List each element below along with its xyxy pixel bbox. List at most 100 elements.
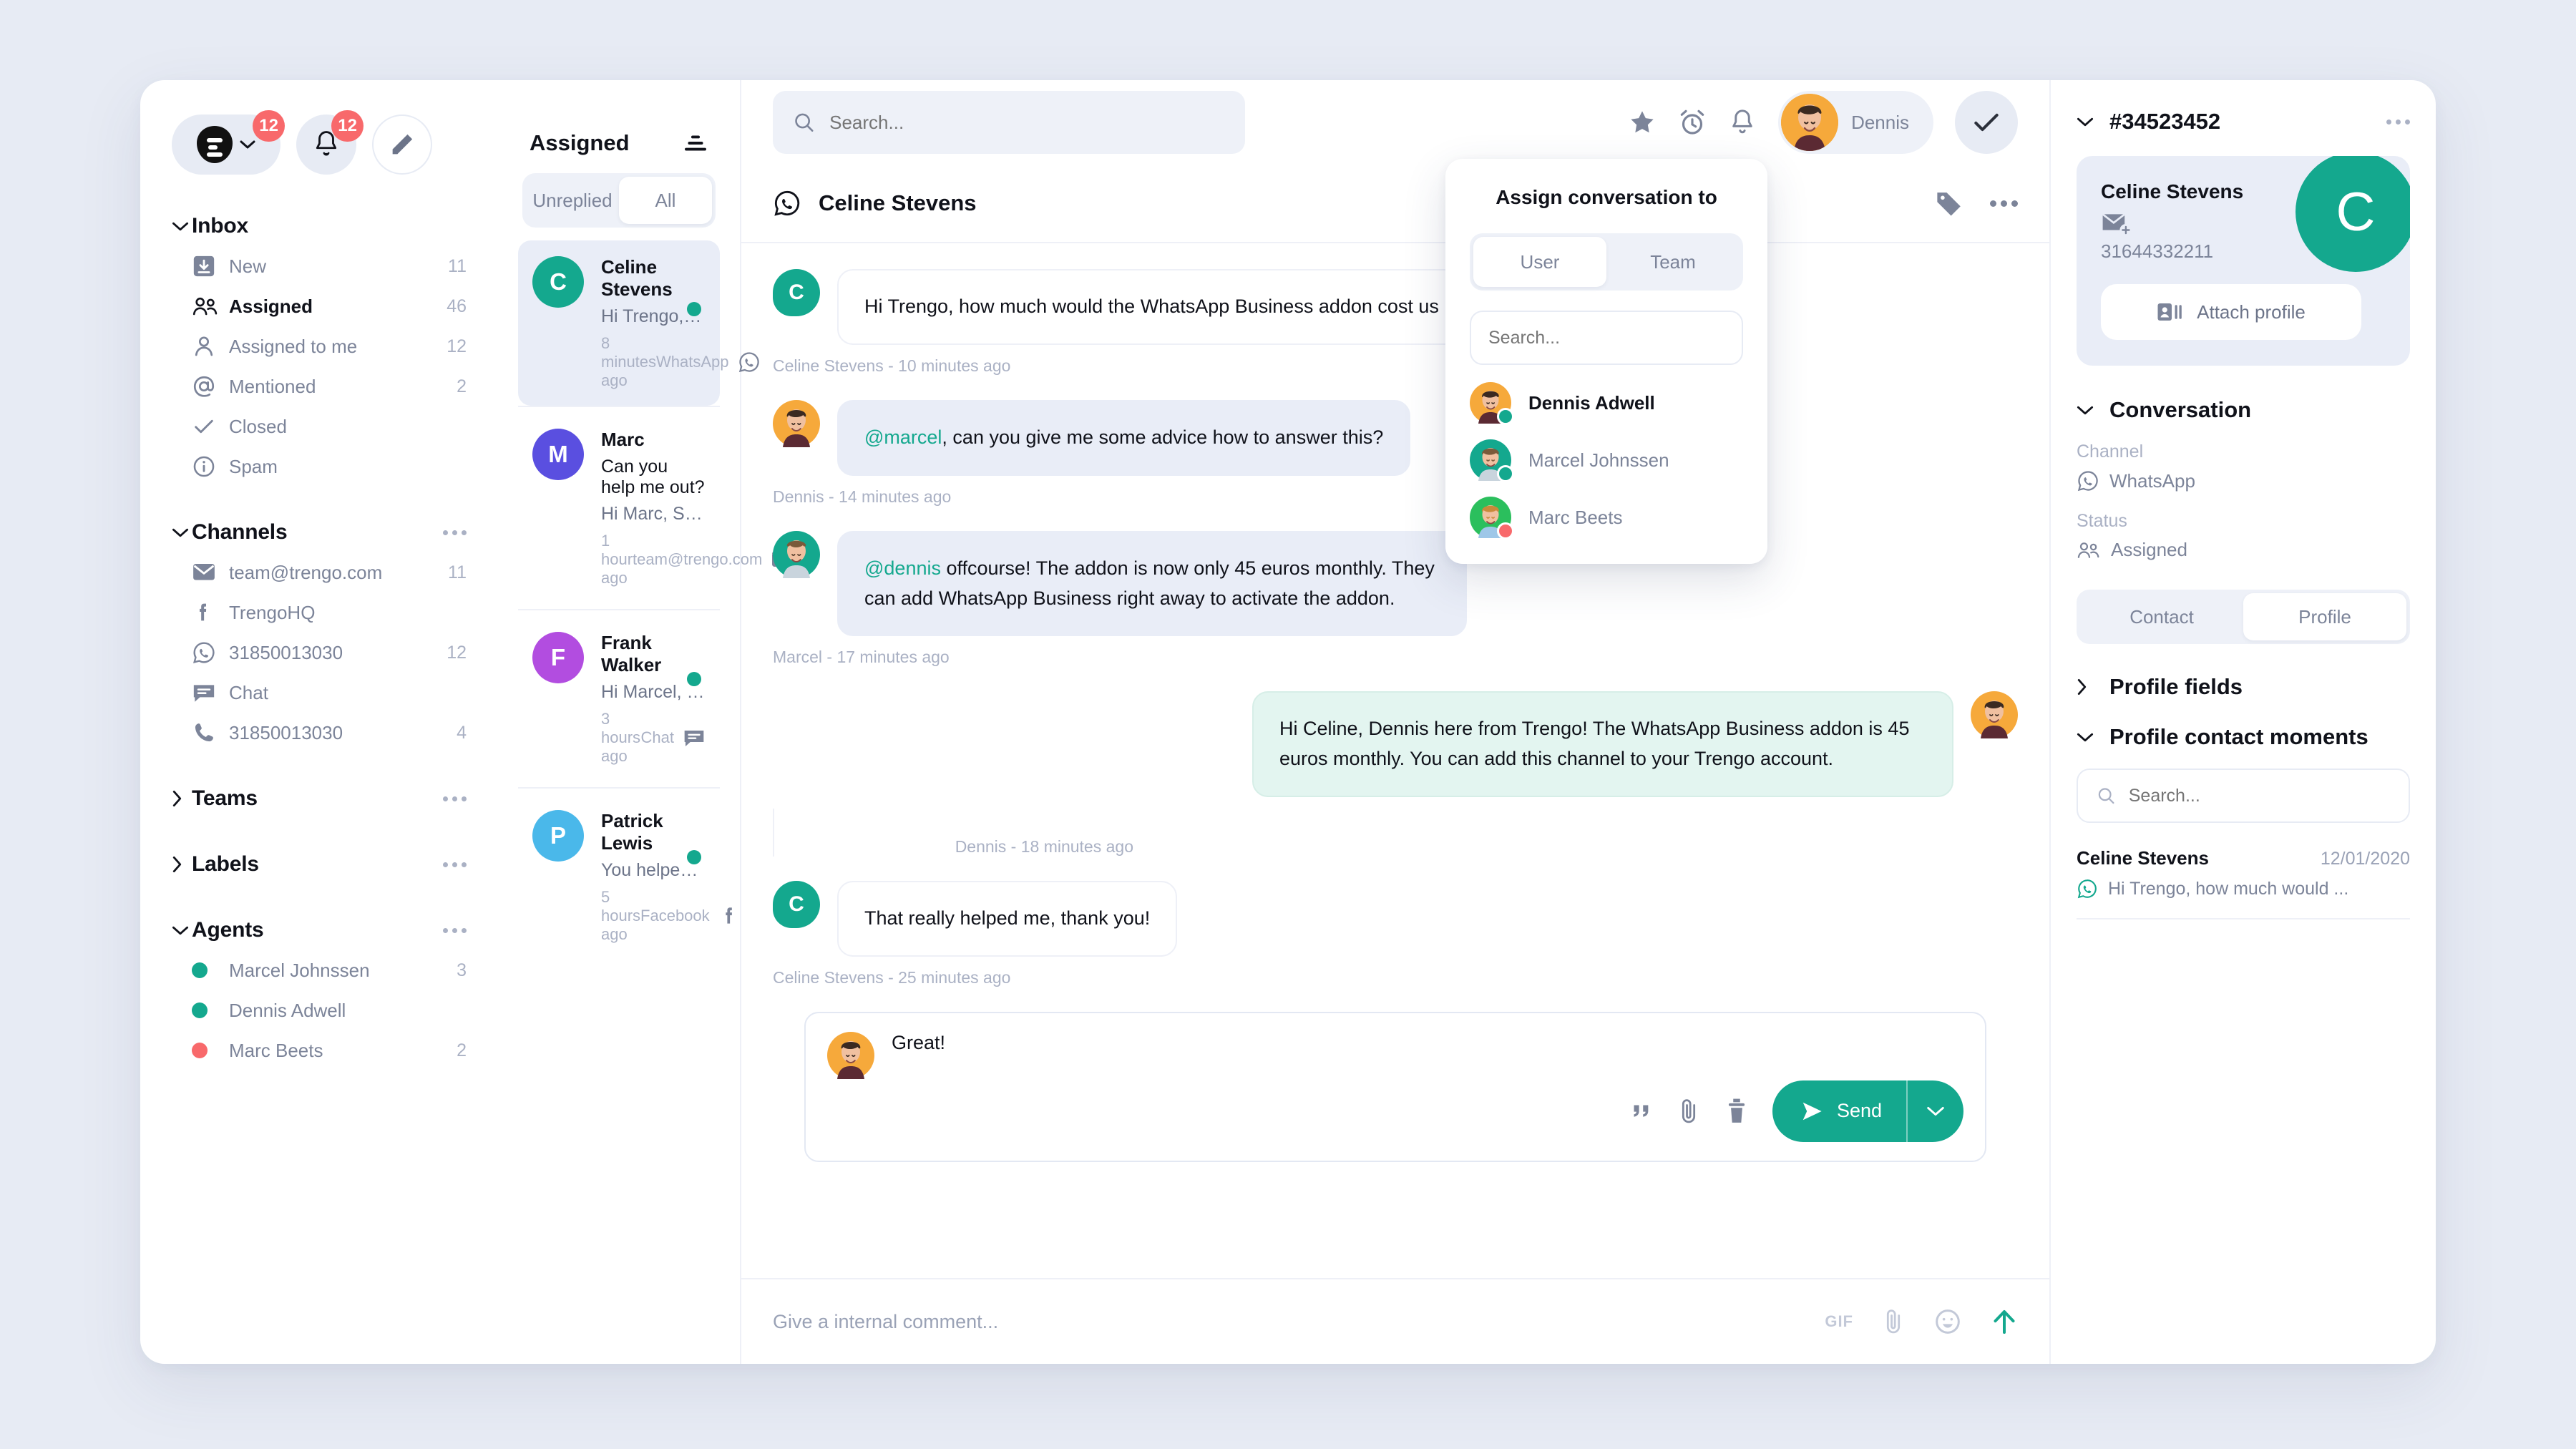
- send-up-icon[interactable]: [1991, 1307, 2018, 1336]
- more-icon[interactable]: [443, 796, 467, 801]
- search-box[interactable]: [773, 91, 1245, 154]
- reply-composer[interactable]: Great! Send: [804, 1011, 1986, 1162]
- compose-button[interactable]: [372, 114, 432, 175]
- tab-unreplied[interactable]: Unreplied: [526, 177, 619, 224]
- contact-moment-item[interactable]: Celine Stevens 12/01/2020 Hi Trengo, how…: [2077, 847, 2410, 919]
- paperclip-icon[interactable]: [1882, 1307, 1905, 1336]
- sidebar-item-chat[interactable]: Chat: [140, 673, 498, 713]
- unread-indicator: [687, 850, 701, 864]
- internal-comment-placeholder[interactable]: Give a internal comment...: [773, 1311, 998, 1333]
- thread-panel: Dennis Celine Stevens: [741, 80, 2049, 1364]
- star-icon[interactable]: [1628, 108, 1657, 137]
- alarm-clock-icon[interactable]: [1678, 108, 1707, 137]
- sidebar-item-mentioned[interactable]: Mentioned 2: [140, 366, 498, 406]
- chat-icon: [192, 680, 229, 705]
- avatar: [827, 1031, 874, 1079]
- sidebar-item-dennis-adwell[interactable]: Dennis Adwell: [140, 990, 498, 1030]
- sidebar-item-team-trengo-com[interactable]: team@trengo.com 11: [140, 552, 498, 592]
- sidebar-section-header-teams[interactable]: Teams: [140, 779, 498, 819]
- search-input[interactable]: [829, 111, 1225, 134]
- sidebar-item-assigned[interactable]: Assigned 46: [140, 286, 498, 326]
- status-dot-online: [192, 1002, 229, 1018]
- emoji-icon[interactable]: [1933, 1307, 1962, 1336]
- unread-indicator: [687, 672, 701, 686]
- conversation-time: 3 hours ago: [601, 710, 641, 765]
- assignee-button[interactable]: Dennis: [1778, 91, 1933, 154]
- chevron-down-icon: [2077, 732, 2097, 743]
- tab-contact[interactable]: Contact: [2080, 593, 2243, 640]
- sidebar-section-header-agents[interactable]: Agents: [140, 910, 498, 950]
- sidebar-section-header-labels[interactable]: Labels: [140, 844, 498, 884]
- conversation-item[interactable]: C Celine Stevens Hi Trengo, how much wou…: [518, 240, 759, 406]
- phone-icon: [192, 721, 229, 745]
- chevron-down-icon[interactable]: [2077, 117, 2097, 127]
- internal-comment-bar[interactable]: Give a internal comment... GIF: [741, 1278, 2049, 1364]
- sidebar-item-marc-beets[interactable]: Marc Beets 2: [140, 1030, 498, 1070]
- workspace-logo-button[interactable]: 12: [172, 110, 285, 175]
- more-icon[interactable]: [2386, 119, 2410, 125]
- tab-profile[interactable]: Profile: [2243, 593, 2406, 640]
- conversation-item[interactable]: M Marc Can you help me out? Hi Marc, Sur…: [518, 406, 793, 609]
- message-timestamp: Dennis - 18 minutes ago: [773, 809, 1159, 857]
- reply-draft-text[interactable]: Great!: [892, 1032, 1963, 1054]
- sidebar-item-31850013030[interactable]: 31850013030 12: [140, 633, 498, 673]
- trengo-logo-icon: [197, 126, 233, 163]
- sidebar-section-title: Agents: [192, 918, 264, 942]
- assign-option[interactable]: Dennis Adwell: [1470, 378, 1743, 428]
- conversation-section-header[interactable]: Conversation: [2077, 397, 2410, 423]
- at-icon: [193, 376, 215, 397]
- assign-popover-title: Assign conversation to: [1496, 186, 1717, 208]
- chevron-right-icon: [172, 856, 192, 873]
- conversation-item[interactable]: F Frank Walker Hi Marcel, thank you so m…: [518, 609, 720, 787]
- assign-search-box[interactable]: [1470, 311, 1743, 365]
- tab-team[interactable]: Team: [1606, 237, 1740, 287]
- assign-option-label: Marcel Johnssen: [1528, 449, 1669, 471]
- assign-option-label: Marc Beets: [1528, 506, 1623, 528]
- quote-icon[interactable]: [1628, 1099, 1652, 1123]
- conversation-name: Celine Stevens: [601, 256, 673, 300]
- notifications-button[interactable]: 12: [296, 110, 364, 175]
- sidebar-item-closed[interactable]: Closed: [140, 406, 498, 447]
- resolve-button[interactable]: [1955, 91, 2018, 154]
- sidebar-section-header-inbox[interactable]: Inbox: [140, 206, 498, 246]
- bell-icon[interactable]: [1728, 108, 1757, 137]
- inbox-download-icon: [192, 254, 229, 278]
- tab-user[interactable]: User: [1473, 237, 1606, 287]
- send-options-button[interactable]: [1906, 1080, 1963, 1142]
- sidebar-item-new[interactable]: New 11: [140, 246, 498, 286]
- sidebar-item-assigned-to-me[interactable]: Assigned to me 12: [140, 326, 498, 366]
- gif-icon[interactable]: GIF: [1825, 1312, 1853, 1331]
- status-dot-away: [192, 1043, 229, 1058]
- moments-search-box[interactable]: [2077, 769, 2410, 823]
- trash-icon[interactable]: [1725, 1098, 1748, 1125]
- assign-option-label: Dennis Adwell: [1528, 391, 1655, 414]
- send-button[interactable]: Send: [1772, 1080, 1963, 1142]
- assign-search-input[interactable]: [1488, 327, 1724, 348]
- sidebar-section-inbox: Inbox New 11 Assigned 46 Assigned to me …: [140, 206, 498, 487]
- sidebar-section-teams: Teams: [140, 779, 498, 819]
- tag-icon[interactable]: [1934, 188, 1964, 218]
- paperclip-icon[interactable]: [1677, 1097, 1701, 1126]
- moments-search-input[interactable]: [2128, 785, 2390, 806]
- assign-option[interactable]: Marcel Johnssen: [1470, 435, 1743, 485]
- conversation-name: Frank Walker: [601, 632, 662, 675]
- conversation-item[interactable]: P Patrick Lewis You helped me out, appre…: [518, 787, 732, 965]
- more-icon[interactable]: [1990, 200, 2018, 207]
- attach-profile-button[interactable]: Attach profile: [2101, 284, 2361, 340]
- profile-fields-header[interactable]: Profile fields: [2077, 674, 2410, 700]
- tab-all[interactable]: All: [619, 177, 712, 224]
- assign-option[interactable]: Marc Beets: [1470, 492, 1743, 542]
- sidebar-toolbar: 12 12: [140, 109, 498, 180]
- more-icon[interactable]: [443, 862, 467, 867]
- contact-moments-header[interactable]: Profile contact moments: [2077, 724, 2410, 750]
- more-icon[interactable]: [443, 927, 467, 933]
- sidebar-item-marcel-johnssen[interactable]: Marcel Johnssen 3: [140, 950, 498, 990]
- sidebar-item-trengohq[interactable]: TrengoHQ: [140, 592, 498, 633]
- email-icon: [192, 560, 229, 585]
- more-icon[interactable]: [443, 530, 467, 535]
- sidebar-item-spam[interactable]: Spam: [140, 447, 498, 487]
- sidebar-item-31850013030[interactable]: 31850013030 4: [140, 713, 498, 753]
- sidebar-section-header-channels[interactable]: Channels: [140, 512, 498, 552]
- contact-card-icon: [2157, 303, 2182, 321]
- sort-icon[interactable]: [683, 132, 708, 154]
